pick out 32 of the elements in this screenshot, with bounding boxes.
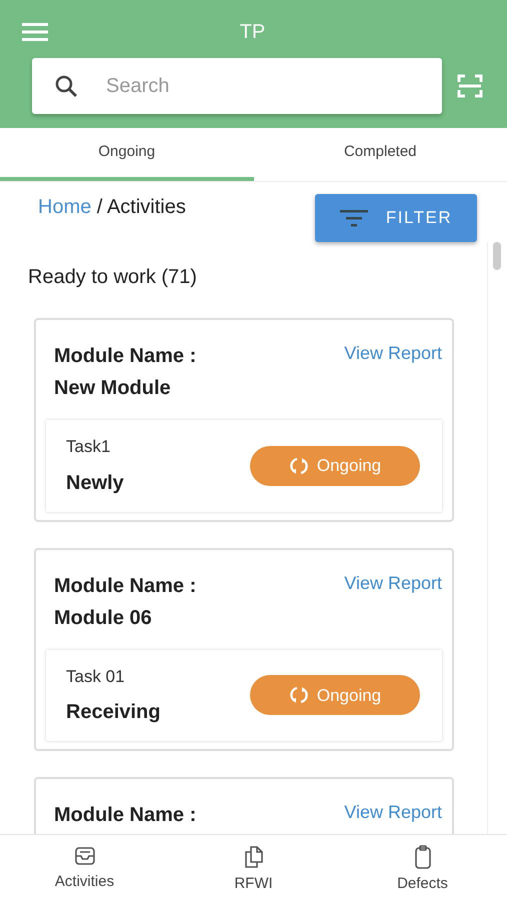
scrollbar-thumb[interactable]: [493, 242, 501, 270]
module-name: New Module: [53, 376, 172, 401]
task-id: Task1: [66, 436, 112, 458]
task-card[interactable]: Task 01 Receiving Ongoing: [46, 650, 442, 741]
view-report-link[interactable]: View Report: [344, 799, 442, 826]
module-label: Module Name :: [53, 344, 196, 369]
task-name: Newly: [66, 470, 124, 496]
scan-icon[interactable]: [457, 74, 483, 98]
sync-icon: [288, 685, 309, 706]
filter-icon: [340, 208, 368, 228]
breadcrumb-separator: /: [96, 196, 104, 218]
documents-icon: [242, 845, 264, 869]
search-icon: [54, 74, 78, 98]
module-name: Module 06: [53, 606, 153, 630]
search-field[interactable]: Search: [32, 58, 442, 114]
clipboard-icon: [414, 845, 432, 869]
nav-label: Activities: [54, 872, 114, 892]
nav-label: Defects: [397, 874, 448, 894]
task-name: Receiving: [66, 700, 160, 725]
breadcrumb-current: Activities: [106, 196, 186, 218]
view-report-link[interactable]: View Report: [344, 570, 442, 596]
module-label: Module Name :: [53, 803, 196, 828]
task-id: Task 01: [66, 666, 126, 688]
nav-label: RFWI: [234, 874, 273, 894]
inbox-icon: [74, 845, 96, 867]
sync-icon: [288, 456, 309, 476]
section-title: Ready to work (71): [28, 265, 198, 290]
app-title: TP: [238, 20, 266, 45]
view-report-link[interactable]: View Report: [344, 340, 442, 367]
task-card[interactable]: Task1 Newly Ongoing: [46, 420, 442, 512]
module-label: Module Name :: [53, 574, 196, 598]
menu-icon[interactable]: [22, 20, 48, 44]
